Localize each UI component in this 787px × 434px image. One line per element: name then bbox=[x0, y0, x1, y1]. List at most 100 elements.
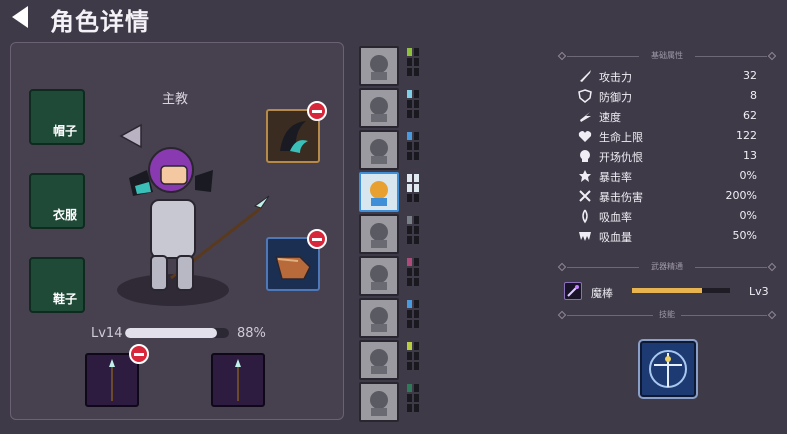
stat-label: 开场仇恨 bbox=[599, 151, 643, 164]
weapon-slot-1[interactable] bbox=[85, 353, 139, 407]
skill-level-pip bbox=[414, 110, 419, 118]
stat-row: 速度 62 bbox=[577, 108, 783, 126]
remove-weapon-1-icon[interactable] bbox=[129, 344, 149, 364]
stat-value: 122 bbox=[736, 129, 757, 142]
skill-node-tile[interactable] bbox=[359, 172, 399, 212]
skill-row bbox=[359, 88, 424, 128]
skill-level-pip bbox=[407, 100, 412, 108]
skill-level-pip bbox=[414, 48, 419, 56]
page-title: 角色详情 bbox=[50, 8, 150, 36]
skill-level-pip bbox=[407, 278, 412, 286]
stat-label: 暴击伤害 bbox=[599, 191, 643, 204]
skill-level-pip bbox=[407, 362, 412, 370]
clothes-slot[interactable]: 衣服 bbox=[29, 173, 85, 229]
hat-slot-label: 帽子 bbox=[52, 124, 77, 138]
skill-row bbox=[359, 256, 424, 296]
skill-level-pip bbox=[414, 216, 419, 224]
skill-level-pip bbox=[414, 258, 419, 266]
skill-level-pip bbox=[414, 226, 419, 234]
skill-level-pip bbox=[407, 226, 412, 234]
skill-level-pip bbox=[414, 194, 419, 202]
skill-level-pip bbox=[414, 184, 419, 192]
skill-level-pip bbox=[407, 320, 412, 328]
skill-node-tile[interactable] bbox=[359, 88, 399, 128]
stat-label: 吸血量 bbox=[599, 231, 632, 244]
skill-level-pip bbox=[407, 68, 412, 76]
clothes-slot-label: 衣服 bbox=[52, 208, 77, 222]
skill-node-tile[interactable] bbox=[359, 382, 399, 422]
stat-value: 50% bbox=[732, 229, 757, 242]
skill-node-tile[interactable] bbox=[359, 256, 399, 296]
stat-value: 8 bbox=[750, 89, 757, 102]
skill-level-pip bbox=[407, 216, 412, 224]
skill-level-pip bbox=[407, 310, 412, 318]
remove-gloves-icon[interactable] bbox=[307, 229, 327, 249]
xp-bar bbox=[125, 328, 229, 338]
speed-icon bbox=[580, 112, 591, 122]
skill-level-pip bbox=[414, 278, 419, 286]
skill-node-tile[interactable] bbox=[359, 130, 399, 170]
stat-row: 生命上限 122 bbox=[577, 128, 783, 146]
skill-row bbox=[359, 298, 424, 338]
skill-level-pip bbox=[407, 184, 412, 192]
skill-level-pip bbox=[414, 362, 419, 370]
skill-level-pip bbox=[414, 152, 419, 160]
crit-icon bbox=[579, 170, 591, 182]
crit-damage-icon bbox=[579, 190, 591, 202]
lifesteal-icon bbox=[582, 209, 588, 224]
weapon-level: Lv3 bbox=[749, 285, 769, 298]
stat-row: 防御力 8 bbox=[577, 88, 783, 106]
shoes-slot-label: 鞋子 bbox=[52, 292, 77, 306]
stat-value: 200% bbox=[725, 189, 757, 202]
skill-level-pip bbox=[407, 152, 412, 160]
stat-label: 速度 bbox=[599, 111, 621, 124]
skill-row bbox=[359, 214, 424, 254]
skill-level-pip bbox=[407, 268, 412, 276]
stat-row: 暴击伤害 200% bbox=[577, 188, 783, 206]
skill-level-pip bbox=[407, 404, 412, 412]
skill-level-pip bbox=[407, 174, 412, 182]
skill-row bbox=[359, 46, 424, 86]
skill-level-pip bbox=[407, 90, 412, 98]
stat-value: 32 bbox=[743, 69, 757, 82]
xp-percent: 88% bbox=[237, 326, 266, 341]
skill-row bbox=[359, 340, 424, 380]
skill-level-pip bbox=[414, 142, 419, 150]
stat-value: 0% bbox=[739, 209, 757, 222]
stat-label: 生命上限 bbox=[599, 131, 643, 144]
heart-icon bbox=[578, 131, 592, 142]
skill-node-tile[interactable] bbox=[359, 46, 399, 86]
skill-level-pip bbox=[414, 174, 419, 182]
skill-level-pip bbox=[414, 236, 419, 244]
stat-label: 防御力 bbox=[599, 91, 632, 104]
skill-level-pip bbox=[414, 68, 419, 76]
xp-bar-fill bbox=[125, 328, 217, 338]
skill-level-pip bbox=[414, 90, 419, 98]
weapon-slot-2[interactable] bbox=[211, 353, 265, 407]
skill-level-pip bbox=[414, 352, 419, 360]
hat-slot[interactable]: 帽子 bbox=[29, 89, 85, 145]
skill-node-tile[interactable] bbox=[359, 340, 399, 380]
back-arrow-icon[interactable] bbox=[8, 4, 34, 30]
sword-icon bbox=[580, 70, 591, 82]
remove-accessory-icon[interactable] bbox=[307, 101, 327, 121]
skill-row bbox=[359, 172, 424, 212]
skill-level-pip bbox=[414, 100, 419, 108]
skill-level-pip bbox=[407, 384, 412, 392]
stat-label: 攻击力 bbox=[599, 71, 632, 84]
skill-level-pip bbox=[414, 310, 419, 318]
skill-level-pip bbox=[407, 300, 412, 308]
skill-level-pip bbox=[414, 300, 419, 308]
skill-level-pip bbox=[407, 194, 412, 202]
active-skill-slot[interactable] bbox=[638, 339, 698, 399]
character-class: 主教 bbox=[162, 92, 189, 107]
skill-level-pip bbox=[407, 132, 412, 140]
weapon-mastery-header: 武器精通 bbox=[553, 261, 781, 275]
weapon-name: 魔棒 bbox=[591, 287, 613, 300]
skull-icon bbox=[580, 150, 590, 162]
skill-node-tile[interactable] bbox=[359, 298, 399, 338]
stat-value: 62 bbox=[743, 109, 757, 122]
skill-node-tile[interactable] bbox=[359, 214, 399, 254]
shoes-slot[interactable]: 鞋子 bbox=[29, 257, 85, 313]
skill-level-pip bbox=[414, 384, 419, 392]
